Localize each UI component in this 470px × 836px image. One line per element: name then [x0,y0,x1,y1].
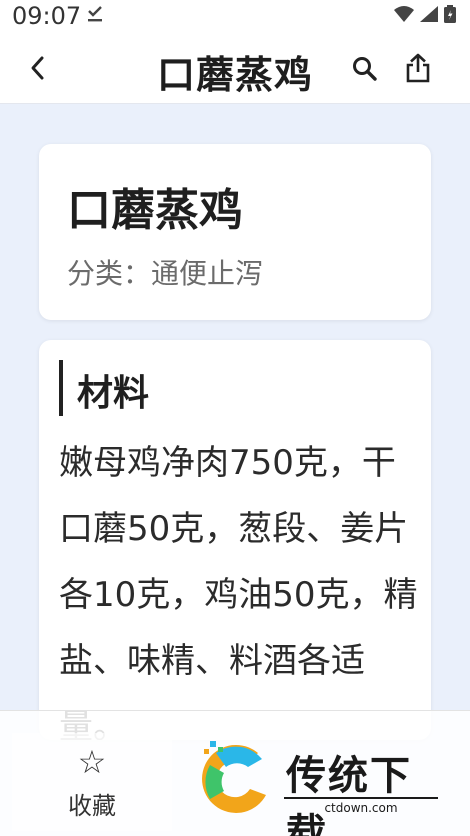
download-complete-icon [87,5,103,27]
share-button[interactable] [400,50,436,86]
status-bar: 09:07 [0,0,470,32]
category-label: 分类： [67,257,152,290]
star-icon: ☆ [77,742,107,781]
battery-icon [444,5,456,27]
cell-signal-icon [420,6,438,26]
category-line: 分类： 通便止泻 [67,252,263,292]
ingredients-title: 材料 [77,373,150,414]
search-icon [353,57,377,81]
ingredients-card: 材料 嫩母鸡净肉750克，干口蘑50克，葱段、姜片各10克，鸡油50克，精盐、味… [39,340,431,740]
watermark-brand-text: 传统下载 [286,753,412,836]
favorite-button[interactable]: ☆ 收藏 [12,733,172,831]
section-accent-bar [59,360,63,416]
recipe-header-card: 口蘑蒸鸡 分类： 通便止泻 [39,144,431,320]
status-right [394,5,456,27]
share-icon [406,53,430,83]
status-time: 09:07 [12,2,82,30]
recipe-name: 口蘑蒸鸡 [67,185,243,236]
favorite-label: 收藏 [68,791,116,820]
category-value: 通便止泻 [151,257,264,290]
ingredients-text: 嫩母鸡净肉750克，干口蘑50克，葱段、姜片各10克，鸡油50克，精盐、味精、料… [59,443,418,740]
bottom-bar: ☆ 收藏 传统下载 ctdown.com [0,710,470,836]
status-left: 09:07 [12,2,103,30]
wifi-icon [394,6,414,26]
brand-logo-icon [202,741,266,813]
app-bar: 口蘑蒸鸡 [0,32,470,104]
watermark-url: ctdown.com [284,797,438,815]
watermark-logo: 传统下载 ctdown.com [196,735,452,836]
search-button[interactable] [348,52,382,86]
